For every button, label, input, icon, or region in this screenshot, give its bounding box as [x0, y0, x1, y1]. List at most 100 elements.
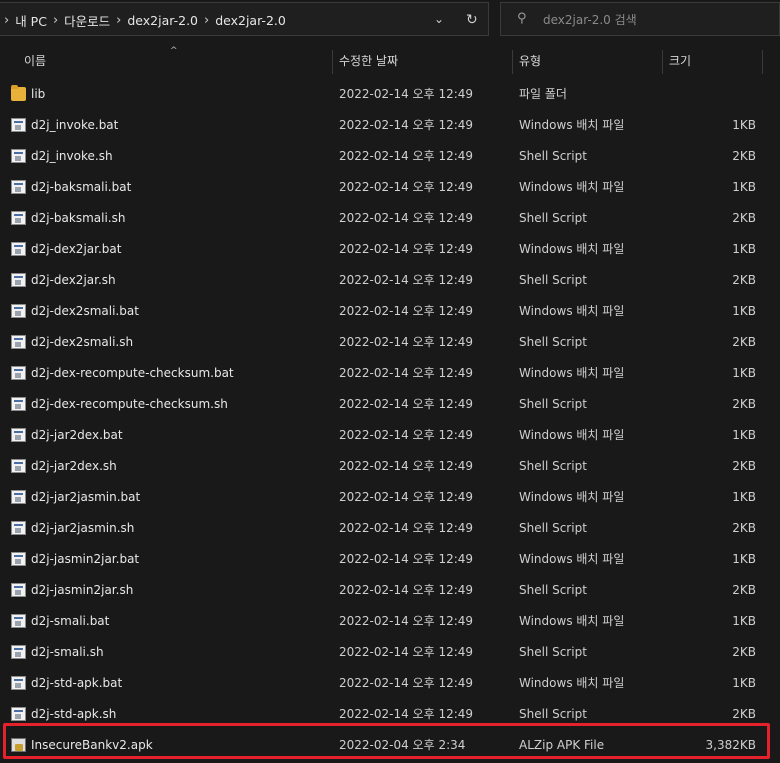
file-row[interactable]: d2j-baksmali.bat 2022-02-14 오후 12:49 Windo…	[0, 172, 780, 203]
file-row[interactable]: d2j-smali.sh 2022-02-14 오후 12:49 Shell Scr…	[0, 637, 780, 668]
breadcrumb-dex2jar-parent[interactable]: dex2jar-2.0	[127, 13, 198, 28]
file-date: 2022-02-14 오후 12:49	[339, 428, 474, 442]
breadcrumb-downloads[interactable]: 다운로드	[64, 11, 110, 30]
chevron-right-icon[interactable]: ›	[4, 13, 9, 28]
file-row[interactable]: d2j-dex2jar.sh 2022-02-14 오후 12:49 Shell S…	[0, 265, 780, 296]
file-size: 2KB	[732, 149, 756, 163]
column-date-header[interactable]: 수정한 날짜	[339, 46, 398, 76]
file-date: 2022-02-14 오후 12:49	[339, 149, 474, 163]
shell-script-icon	[11, 583, 26, 597]
breadcrumb-this-pc[interactable]: 내 PC	[15, 11, 47, 30]
file-name: d2j_invoke.sh	[31, 149, 113, 163]
chevron-right-icon[interactable]: ›	[116, 13, 121, 28]
file-type: Windows 배치 파일	[519, 614, 625, 628]
file-date: 2022-02-14 오후 12:49	[339, 552, 474, 566]
shell-script-icon	[11, 273, 26, 287]
breadcrumb-dex2jar-current[interactable]: dex2jar-2.0	[215, 13, 286, 28]
file-type: Shell Script	[519, 521, 587, 535]
file-row[interactable]: d2j-jar2dex.sh 2022-02-14 오후 12:49 Shell S…	[0, 451, 780, 482]
column-divider[interactable]	[762, 50, 763, 74]
navigation-bar: › 내 PC › 다운로드 › dex2jar-2.0 › dex2jar-2.…	[0, 0, 780, 44]
file-type: Shell Script	[519, 273, 587, 287]
file-name: d2j-dex-recompute-checksum.sh	[31, 397, 228, 411]
file-name: d2j-jar2jasmin.bat	[31, 490, 141, 504]
file-name: d2j-dex-recompute-checksum.bat	[31, 366, 234, 380]
file-row[interactable]: d2j-jar2jasmin.sh 2022-02-14 오후 12:49 Shel…	[0, 513, 780, 544]
column-size-header[interactable]: 크기	[669, 46, 691, 76]
file-row[interactable]: d2j-baksmali.sh 2022-02-14 오후 12:49 Shell …	[0, 203, 780, 234]
file-row[interactable]: d2j-dex2smali.bat 2022-02-14 오후 12:49 Wind…	[0, 296, 780, 327]
batch-file-icon	[11, 490, 26, 504]
refresh-icon[interactable]: ↻	[466, 12, 482, 28]
shell-script-icon	[11, 521, 26, 535]
file-row[interactable]: d2j-dex-recompute-checksum.sh 2022-02-14 …	[0, 389, 780, 420]
file-size: 1KB	[732, 304, 756, 318]
file-name: d2j-jar2dex.sh	[31, 459, 117, 473]
file-size: 2KB	[732, 521, 756, 535]
file-date: 2022-02-14 오후 12:49	[339, 304, 474, 318]
file-date: 2022-02-14 오후 12:49	[339, 614, 474, 628]
search-input[interactable]	[541, 10, 765, 30]
column-type-header[interactable]: 유형	[519, 46, 541, 76]
file-type: Windows 배치 파일	[519, 366, 625, 380]
file-size: 2KB	[732, 273, 756, 287]
file-row[interactable]: d2j-jar2jasmin.bat 2022-02-14 오후 12:49 Win…	[0, 482, 780, 513]
column-name-header[interactable]: 이름	[24, 46, 46, 76]
chevron-down-icon[interactable]: ⌄	[434, 12, 448, 26]
file-row[interactable]: d2j_invoke.bat 2022-02-14 오후 12:49 Windows…	[0, 110, 780, 141]
file-row[interactable]: d2j-std-apk.bat 2022-02-14 오후 12:49 Window…	[0, 668, 780, 699]
shell-script-icon	[11, 707, 26, 721]
file-name: d2j-baksmali.sh	[31, 211, 126, 225]
file-date: 2022-02-14 오후 12:49	[339, 180, 474, 194]
file-name: d2j-smali.bat	[31, 614, 110, 628]
file-row[interactable]: d2j-jasmin2jar.sh 2022-02-14 오후 12:49 Shel…	[0, 575, 780, 606]
file-row[interactable]: d2j-smali.bat 2022-02-14 오후 12:49 Windows …	[0, 606, 780, 637]
column-header: 이름 ^ 수정한 날짜 유형 크기	[0, 46, 780, 76]
file-type: 파일 폴더	[519, 87, 567, 101]
batch-file-icon	[11, 366, 26, 380]
file-row[interactable]: d2j-jar2dex.bat 2022-02-14 오후 12:49 Window…	[0, 420, 780, 451]
file-date: 2022-02-14 오후 12:49	[339, 335, 474, 349]
file-row[interactable]: d2j-dex2smali.sh 2022-02-14 오후 12:49 Shell…	[0, 327, 780, 358]
batch-file-icon	[11, 676, 26, 690]
file-size: 2KB	[732, 211, 756, 225]
shell-script-icon	[11, 397, 26, 411]
batch-file-icon	[11, 118, 26, 132]
search-box[interactable]: ⚲	[500, 2, 780, 36]
file-date: 2022-02-14 오후 12:49	[339, 211, 474, 225]
file-name: d2j-smali.sh	[31, 645, 104, 659]
file-date: 2022-02-14 오후 12:49	[339, 645, 474, 659]
file-row[interactable]: d2j-dex2jar.bat 2022-02-14 오후 12:49 Window…	[0, 234, 780, 265]
file-size: 1KB	[732, 428, 756, 442]
file-type: Windows 배치 파일	[519, 180, 625, 194]
file-date: 2022-02-14 오후 12:49	[339, 490, 474, 504]
file-row[interactable]: d2j-jasmin2jar.bat 2022-02-14 오후 12:49 Win…	[0, 544, 780, 575]
file-size: 1KB	[732, 118, 756, 132]
file-type: Shell Script	[519, 645, 587, 659]
file-size: 1KB	[732, 614, 756, 628]
file-row[interactable]: d2j_invoke.sh 2022-02-14 오후 12:49 Shell Sc…	[0, 141, 780, 172]
file-type: Shell Script	[519, 335, 587, 349]
file-row[interactable]: lib 2022-02-14 오후 12:49 파일 폴더	[0, 79, 780, 110]
file-size: 2KB	[732, 397, 756, 411]
address-bar[interactable]: › 내 PC › 다운로드 › dex2jar-2.0 › dex2jar-2.…	[0, 2, 489, 36]
column-divider[interactable]	[662, 50, 663, 74]
file-row[interactable]: d2j-dex-recompute-checksum.bat 2022-02-14…	[0, 358, 780, 389]
column-divider[interactable]	[332, 50, 333, 74]
batch-file-icon	[11, 614, 26, 628]
file-type: Shell Script	[519, 397, 587, 411]
file-name: d2j-std-apk.bat	[31, 676, 123, 690]
file-date: 2022-02-14 오후 12:49	[339, 676, 474, 690]
file-type: Windows 배치 파일	[519, 118, 625, 132]
file-date: 2022-02-14 오후 12:49	[339, 397, 474, 411]
highlight-box	[3, 723, 770, 759]
chevron-right-icon[interactable]: ›	[53, 13, 58, 28]
file-size: 2KB	[732, 645, 756, 659]
file-name: d2j-jar2dex.bat	[31, 428, 123, 442]
shell-script-icon	[11, 335, 26, 349]
chevron-right-icon[interactable]: ›	[204, 13, 209, 28]
column-divider[interactable]	[512, 50, 513, 74]
file-name: d2j-dex2jar.sh	[31, 273, 116, 287]
file-type: Windows 배치 파일	[519, 676, 625, 690]
file-date: 2022-02-14 오후 12:49	[339, 521, 474, 535]
